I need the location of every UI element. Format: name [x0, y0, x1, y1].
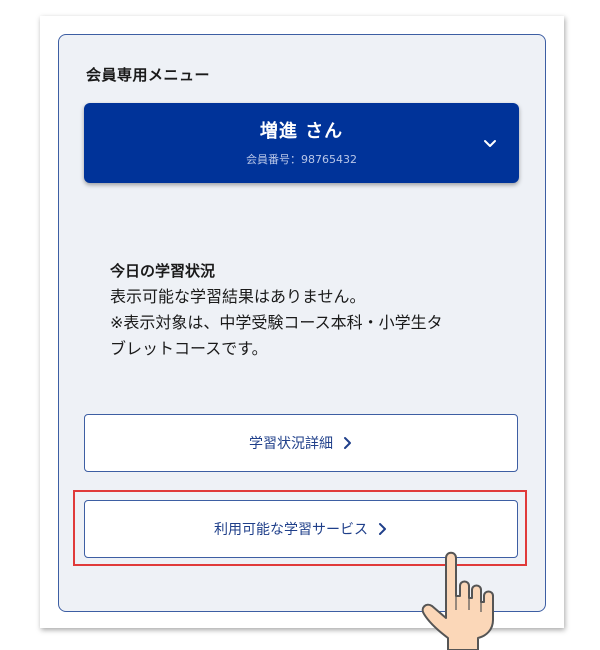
- member-name: 増進 さん: [259, 121, 344, 142]
- menu-title: 会員専用メニュー: [86, 66, 211, 84]
- member-number: 会員番号：98765432: [246, 153, 357, 166]
- study-detail-button[interactable]: 学習状況詳細: [84, 414, 518, 472]
- pointing-hand-icon: [421, 551, 494, 650]
- chevron-down-icon[interactable]: [480, 133, 500, 153]
- study-status-note-line1: ※表示対象は、中学受験コース本科・小学生タ: [110, 313, 443, 332]
- member-card[interactable]: 増進 さん 会員番号：98765432: [84, 103, 519, 183]
- study-detail-label: 学習状況詳細: [249, 436, 333, 452]
- study-status-heading: 今日の学習状況: [110, 262, 216, 280]
- chevron-right-icon: [344, 437, 351, 449]
- study-status-note-line2: ブレットコースです。: [110, 339, 268, 358]
- study-status: 今日の学習状況 表示可能な学習結果はありません。 ※表示対象は、中学受験コース本…: [110, 258, 510, 362]
- study-status-message: 表示可能な学習結果はありません。: [110, 287, 366, 306]
